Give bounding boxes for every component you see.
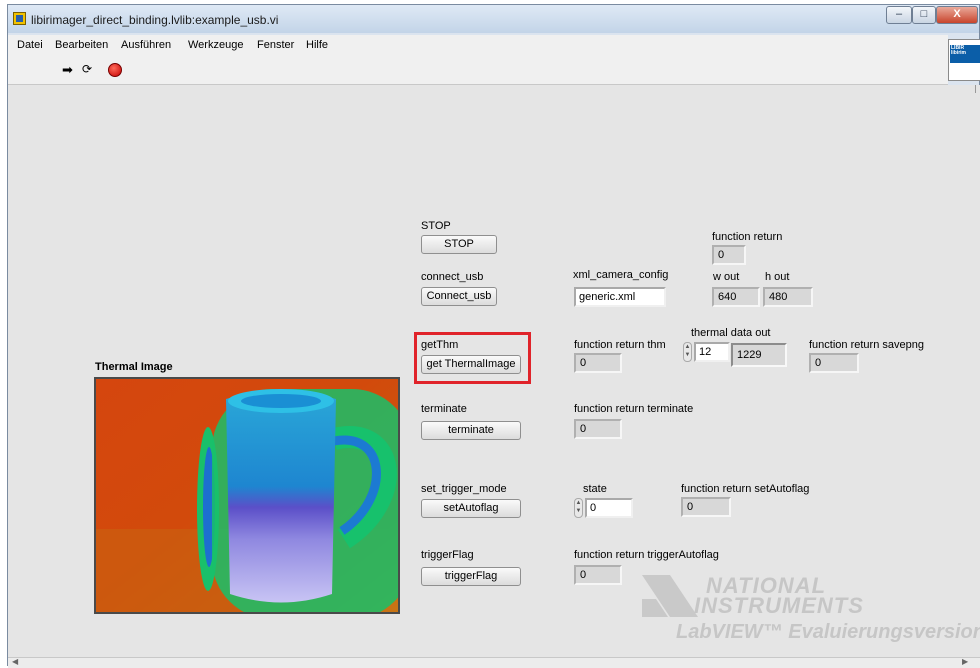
maximize-button[interactable]: □ bbox=[912, 6, 936, 24]
scroll-right-icon[interactable]: ▶ bbox=[962, 657, 968, 666]
thermal-data-out-label: thermal data out bbox=[691, 327, 771, 339]
xml-camera-config-label: xml_camera_config bbox=[573, 269, 669, 281]
vi-connector-icon: LIBIR libirim bbox=[948, 39, 980, 81]
function-return-thm-indicator: 0 bbox=[574, 353, 622, 373]
vi-icon-text: LIBIR libirim bbox=[950, 45, 980, 63]
function-return-label: function return bbox=[712, 231, 783, 243]
connect-usb-button[interactable]: Connect_usb bbox=[421, 287, 497, 306]
w-out-label: w out bbox=[713, 271, 740, 283]
thermal-data-index-spinner[interactable]: ▲ ▼ bbox=[683, 342, 692, 362]
menu-werkzeuge[interactable]: Werkzeuge bbox=[188, 39, 243, 51]
function-return-setautoflag-indicator: 0 bbox=[681, 497, 731, 517]
horizontal-scrollbar[interactable]: ◀ ▶ bbox=[8, 657, 980, 668]
menu-fenster[interactable]: Fenster bbox=[257, 39, 294, 51]
stop-button[interactable]: STOP bbox=[421, 235, 497, 254]
function-return-triggerautoflag-label: function return triggerAutoflag bbox=[574, 549, 719, 561]
terminate-button[interactable]: terminate bbox=[421, 421, 521, 440]
menu-bar: Datei Bearbeiten Ausführen Werkzeuge Fen… bbox=[8, 35, 948, 54]
thermal-image-label: Thermal Image bbox=[95, 361, 173, 373]
front-panel: Thermal Image STOP STOP function return … bbox=[8, 85, 980, 657]
labview-vi-icon bbox=[13, 12, 26, 25]
thermal-data-out-indicator: 1229 bbox=[731, 343, 787, 367]
xml-camera-config-input[interactable]: generic.xml bbox=[574, 287, 666, 307]
run-continuously-icon[interactable]: ⟳ bbox=[82, 63, 92, 76]
title-bar[interactable]: libirimager_direct_binding.lvlib:example… bbox=[8, 5, 979, 33]
toolbar: ➡ ⟳ bbox=[8, 54, 948, 85]
function-return-thm-label: function return thm bbox=[574, 339, 666, 351]
watermark-instruments: INSTRUMENTS bbox=[694, 593, 864, 618]
set-autoflag-button[interactable]: setAutoflag bbox=[421, 499, 521, 518]
function-return-savepng-label: function return savepng bbox=[809, 339, 924, 351]
window-title: libirimager_direct_binding.lvlib:example… bbox=[31, 13, 279, 27]
scroll-left-icon[interactable]: ◀ bbox=[12, 657, 18, 666]
menu-datei[interactable]: Datei bbox=[17, 39, 43, 51]
h-out-label: h out bbox=[765, 271, 790, 283]
stop-label: STOP bbox=[421, 220, 451, 232]
state-spinner[interactable]: ▲ ▼ bbox=[574, 498, 583, 518]
watermark-evaluation: LabVIEW™ Evaluierungsversion bbox=[676, 621, 980, 643]
abort-execution-icon[interactable] bbox=[108, 63, 122, 77]
thermal-data-index-input[interactable]: 12 bbox=[694, 342, 730, 362]
labview-window: libirimager_direct_binding.lvlib:example… bbox=[7, 4, 980, 668]
thermal-image-display bbox=[94, 377, 400, 614]
triggerflag-label: triggerFlag bbox=[421, 549, 474, 561]
function-return-setautoflag-label: function return setAutoflag bbox=[681, 483, 810, 495]
connect-usb-label: connect_usb bbox=[421, 271, 484, 283]
triggerflag-button[interactable]: triggerFlag bbox=[421, 567, 521, 586]
state-input[interactable]: 0 bbox=[585, 498, 633, 518]
w-out-indicator: 640 bbox=[712, 287, 760, 307]
terminate-label: terminate bbox=[421, 403, 467, 415]
state-label: state bbox=[583, 483, 607, 495]
set-trigger-mode-label: set_trigger_mode bbox=[421, 483, 507, 495]
function-return-terminate-indicator: 0 bbox=[574, 419, 622, 439]
menu-hilfe[interactable]: Hilfe bbox=[306, 39, 328, 51]
national-instruments-logo-icon bbox=[642, 575, 698, 617]
function-return-terminate-label: function return terminate bbox=[574, 403, 694, 415]
menu-ausfuehren[interactable]: Ausführen bbox=[121, 39, 171, 51]
highlight-box bbox=[414, 332, 531, 384]
close-button[interactable]: X bbox=[936, 6, 978, 24]
function-return-triggerautoflag-indicator: 0 bbox=[574, 565, 622, 585]
function-return-indicator: 0 bbox=[712, 245, 746, 265]
h-out-indicator: 480 bbox=[763, 287, 813, 307]
function-return-savepng-indicator: 0 bbox=[809, 353, 859, 373]
minimize-button[interactable]: – bbox=[886, 6, 912, 24]
menu-bearbeiten[interactable]: Bearbeiten bbox=[55, 39, 108, 51]
run-arrow-icon[interactable]: ➡ bbox=[62, 63, 73, 76]
